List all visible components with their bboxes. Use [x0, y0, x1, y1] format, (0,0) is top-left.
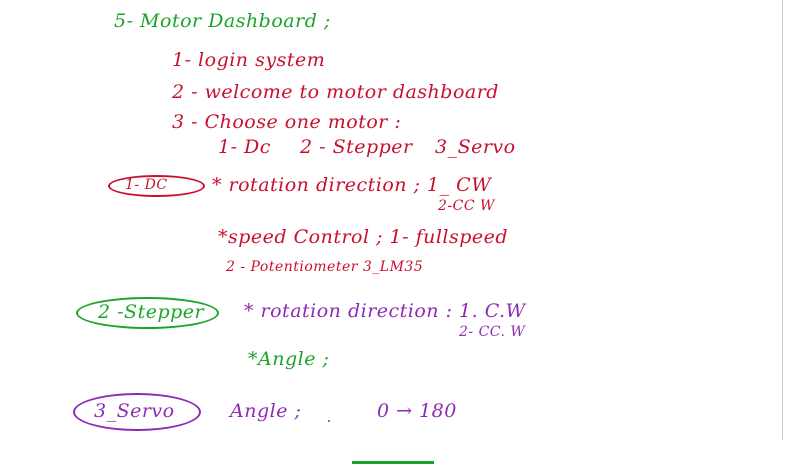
servo-section-label: 3_Servo	[94, 400, 175, 422]
dc-section-label: 1- DC	[125, 177, 168, 193]
motor-option-dc: 1- Dc	[218, 136, 271, 158]
stepper-rotation-ccw: 2- CC. W	[459, 324, 526, 340]
motor-option-stepper: 2 - Stepper	[300, 136, 413, 158]
step-choose-motor: 3 - Choose one motor :	[172, 111, 402, 133]
servo-angle-range: 0 → 180	[377, 400, 457, 422]
stepper-rotation-direction: * rotation direction : 1. C.W	[244, 300, 526, 322]
stepper-angle: *Angle ;	[248, 348, 330, 370]
stepper-section-label: 2 -Stepper	[98, 301, 205, 323]
page-title: 5- Motor Dashboard ;	[114, 10, 331, 32]
stray-dot	[328, 420, 330, 422]
page-edge-divider	[782, 0, 783, 440]
step-login: 1- login system	[172, 49, 326, 71]
motor-option-servo: 3_Servo	[435, 136, 516, 158]
dc-speed-options: 2 - Potentiometer 3_LM35	[226, 259, 424, 275]
dc-rotation-direction: * rotation direction ; 1_ CW	[212, 174, 492, 196]
whiteboard-canvas: 5- Motor Dashboard ; 1- login system 2 -…	[0, 0, 787, 464]
servo-angle: Angle ;	[230, 400, 302, 422]
step-welcome: 2 - welcome to motor dashboard	[172, 81, 499, 103]
dc-rotation-ccw: 2-CC W	[438, 198, 495, 214]
dc-speed-control: *speed Control ; 1- fullspeed	[218, 226, 509, 248]
